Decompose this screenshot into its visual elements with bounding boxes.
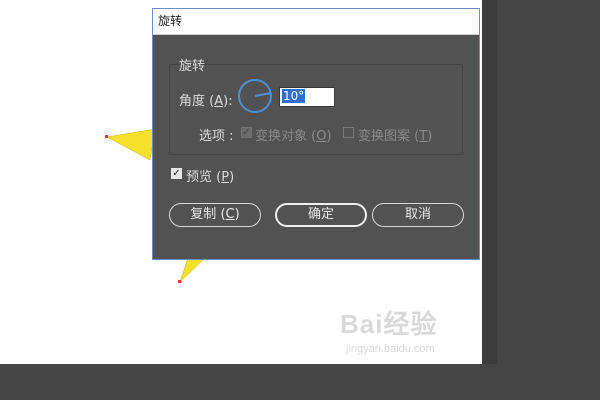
cancel-button[interactable]: 取消 (372, 203, 464, 227)
rotate-dialog: 旋转 旋转 角度 (A): 10° 选项 : ✓ 变换对象 (O) 变换图案 (… (152, 8, 480, 260)
watermark: Bai经验 jingyan.baidu.com (340, 304, 437, 355)
transform-objects-label: 变换对象 (O) (255, 129, 332, 144)
watermark-logo: Bai经验 (340, 309, 438, 339)
panel-divider (482, 0, 497, 400)
preview-label: 预览 (P) (186, 170, 235, 185)
app-status-bar (0, 364, 600, 400)
app-side-panel (482, 0, 600, 400)
dialog-title: 旋转 (158, 14, 183, 28)
angle-dial-icon[interactable] (237, 78, 273, 114)
transform-objects-checkbox[interactable]: ✓ (241, 127, 252, 138)
rotate-group-title: 旋转 (179, 59, 206, 74)
angle-label: 角度 (A): (179, 94, 233, 109)
transform-patterns-label: 变换图案 (T) (358, 129, 433, 144)
transform-patterns-checkbox[interactable] (343, 127, 354, 138)
ok-button[interactable]: 确定 (275, 203, 367, 227)
star-shape-lower (179, 257, 206, 283)
anchor-point (178, 280, 181, 283)
preview-checkbox[interactable]: ✓ (171, 168, 182, 179)
anchor-point (105, 135, 108, 138)
dialog-titlebar[interactable]: 旋转 (153, 9, 479, 35)
watermark-url: jingyan.baidu.com (346, 343, 435, 355)
angle-input[interactable]: 10° (279, 87, 335, 107)
copy-button[interactable]: 复制 (C) (169, 203, 261, 227)
options-label: 选项 : (199, 129, 234, 144)
star-shape-upper (106, 128, 156, 161)
